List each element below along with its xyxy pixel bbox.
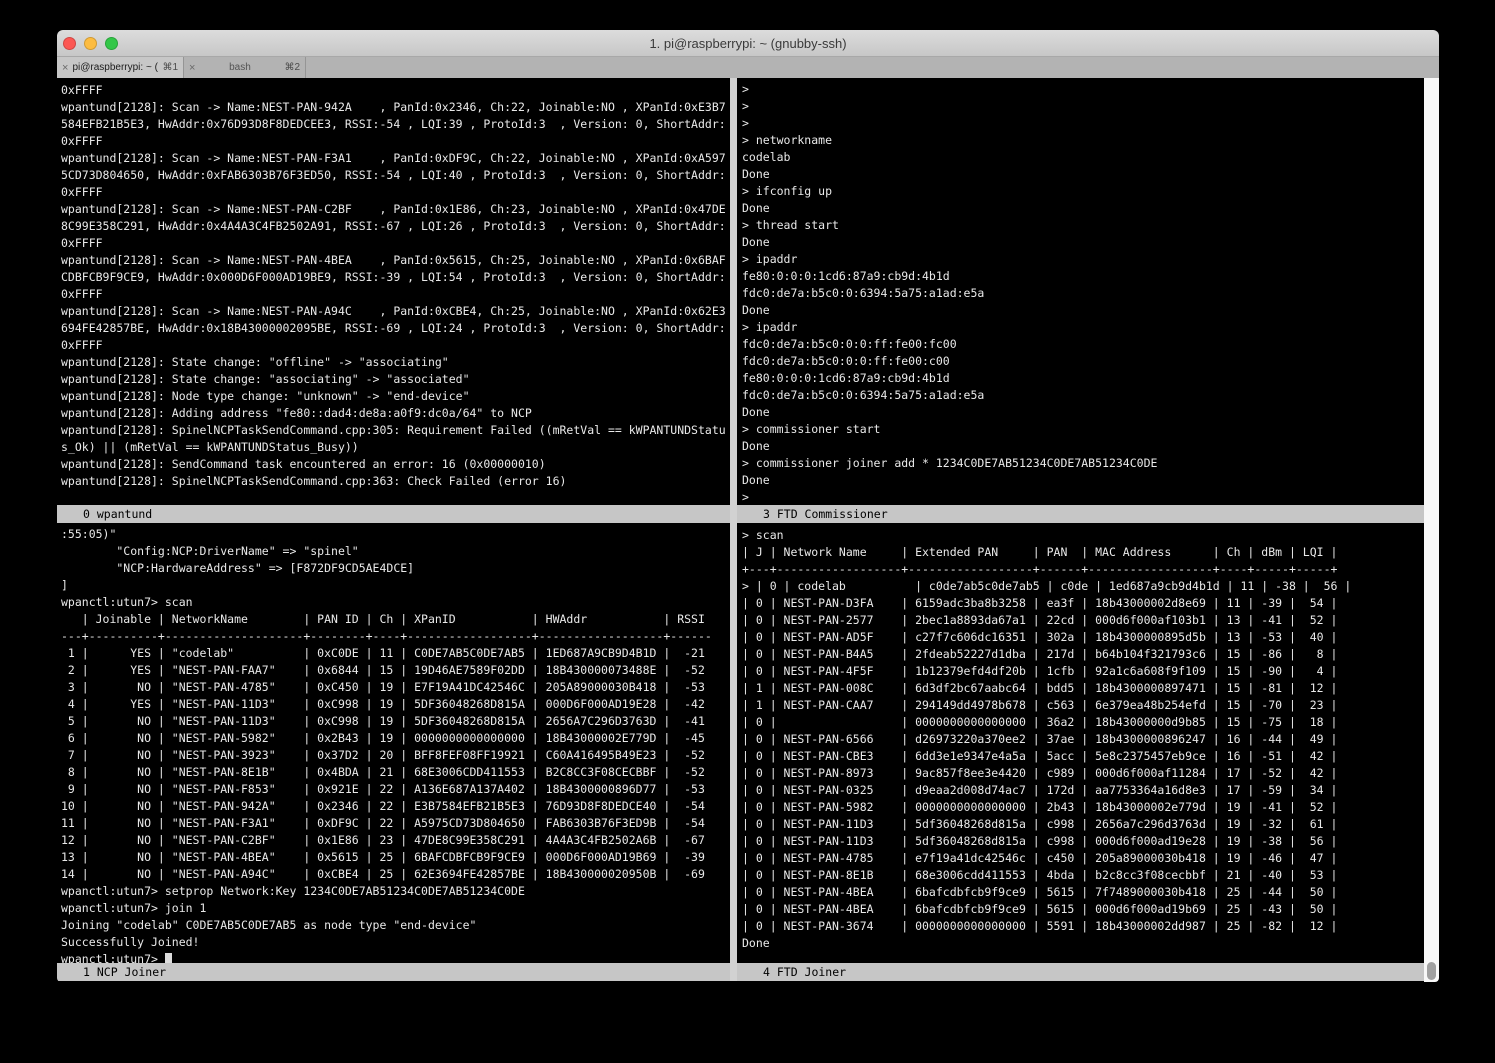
pane-ftd-commissioner: > > > > networkname codelab Done > ifcon… [737,78,1424,505]
ftd-commissioner-cli-output: > > > > networkname codelab Done > ifcon… [742,81,1424,505]
pane-wpantund: 0xFFFF wpantund[2128]: Scan -> Name:NEST… [57,78,730,505]
scrollbar-track[interactable] [1424,78,1439,982]
window-titlebar[interactable]: 1. pi@raspberrypi: ~ (gnubby-ssh) [57,30,1439,57]
tab-ssh-session[interactable]: × pi@raspberrypi: ~ (g... ⌘1 [57,57,184,78]
tab-shortcut: ⌘2 [284,62,300,73]
close-tab-icon[interactable]: × [189,62,195,74]
tab-bar: × pi@raspberrypi: ~ (g... ⌘1 × bash ⌘2 [57,57,1439,78]
close-tab-icon[interactable]: × [62,62,68,74]
terminal-cursor [165,953,172,964]
pane-divider[interactable] [730,78,737,981]
scrollbar-thumb[interactable] [1427,962,1436,980]
pane-ftd-joiner: > scan | J | Network Name | Extended PAN… [737,523,1424,963]
ftd-joiner-scan-output: > scan | J | Network Name | Extended PAN… [742,527,1424,952]
pane-status-ftd-joiner: 4 FTD Joiner [737,963,1424,981]
tab-shortcut: ⌘1 [162,62,178,73]
wpantund-log-output: 0xFFFF wpantund[2128]: Scan -> Name:NEST… [61,82,730,490]
window-title: 1. pi@raspberrypi: ~ (gnubby-ssh) [57,36,1439,51]
wpanctl-prompt: wpanctl:utun7> [61,951,165,963]
pane-status-ncp-joiner: 1 NCP Joiner [57,963,730,981]
pane-status-wpantund: 0 wpantund [57,505,730,523]
terminal-window: 1. pi@raspberrypi: ~ (gnubby-ssh) × pi@r… [57,30,1439,982]
desktop-background: 1. pi@raspberrypi: ~ (gnubby-ssh) × pi@r… [0,0,1495,1063]
tab-label: bash [199,62,280,73]
pane-ncp-joiner: :55:05)" "Config:NCP:DriverName" => "spi… [57,523,730,963]
tab-label: pi@raspberrypi: ~ (g... [72,62,158,73]
wpanctl-prompt-line[interactable]: wpanctl:utun7> [61,951,730,963]
tab-bash[interactable]: × bash ⌘2 [184,57,306,78]
tmux-session: 0xFFFF wpantund[2128]: Scan -> Name:NEST… [57,78,1439,982]
pane-status-ftd-commissioner: 3 FTD Commissioner [737,505,1424,523]
wpanctl-scan-output: :55:05)" "Config:NCP:DriverName" => "spi… [61,526,730,951]
